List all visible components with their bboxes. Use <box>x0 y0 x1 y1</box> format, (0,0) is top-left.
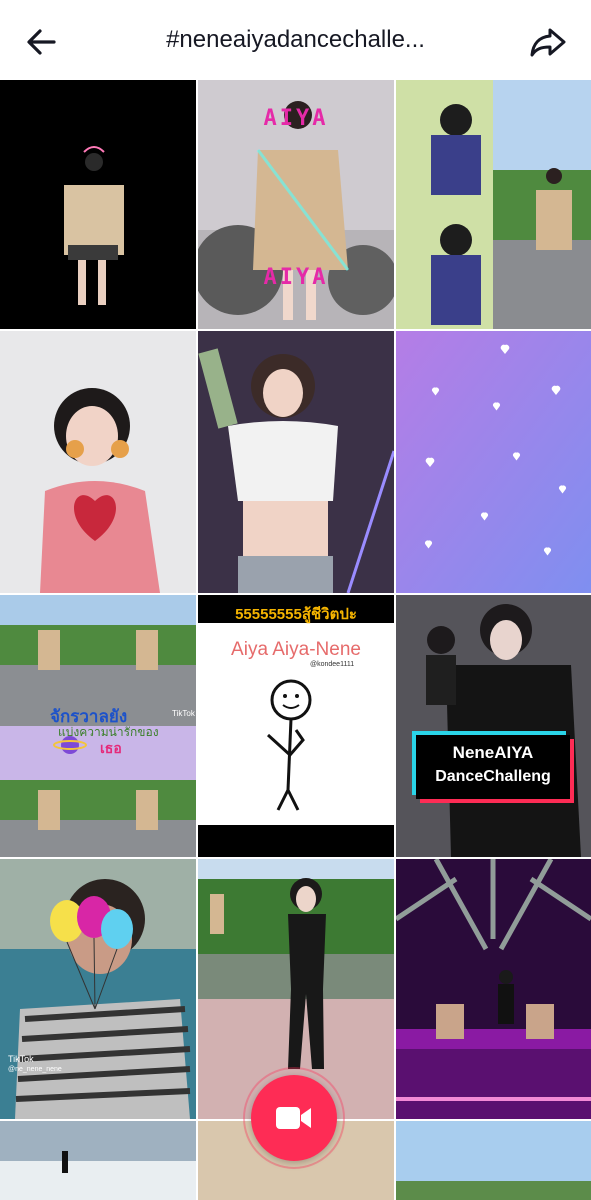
thumbnail-image <box>0 80 196 329</box>
record-button-circle <box>251 1075 337 1161</box>
video-thumbnail-12[interactable] <box>396 859 591 1119</box>
video-camera-icon <box>276 1107 311 1129</box>
share-button[interactable] <box>526 22 570 62</box>
video-thumbnail-13[interactable] <box>0 1121 196 1200</box>
thumbnail-image <box>0 859 196 1119</box>
arrow-left-icon <box>27 29 56 55</box>
thumbnail-image <box>396 595 591 857</box>
video-thumbnail-8[interactable]: 55555555สู้ชีวิตปะ Aiya Aiya-Nene @konde… <box>198 595 394 857</box>
page-title: #neneaiyadancechalle... <box>166 26 425 53</box>
video-thumbnail-4[interactable] <box>0 331 196 593</box>
thumbnail-image <box>396 331 591 593</box>
share-arrow-icon <box>530 28 566 57</box>
tiktok-watermark: TikTok <box>172 709 195 718</box>
caption-line-3: เธอ <box>100 740 122 756</box>
video-thumbnail-9[interactable]: NeneAIYA DanceChalleng <box>396 595 591 857</box>
video-thumbnail-7[interactable]: จักรวาลยัง แบ่งความน่ารักของ เธอ TikTok <box>0 595 196 857</box>
video-thumbnail-10[interactable]: TikTok @ne_nene_nene <box>0 859 196 1119</box>
back-button[interactable] <box>22 22 62 62</box>
thumbnail-image <box>396 1121 591 1200</box>
creator-handle: @ne_nene_nene <box>8 1066 62 1073</box>
video-thumbnail-15[interactable] <box>396 1121 591 1200</box>
thumbnail-image <box>198 595 394 857</box>
video-grid: AIYA AIYA จักรวาลยัง แบ่งความน่ารักของ เ… <box>0 80 591 1200</box>
caption-top: 55555555สู้ชีวิตปะ <box>235 606 357 623</box>
thumbnail-image <box>0 331 196 593</box>
thumbnail-image <box>0 1121 196 1200</box>
label-line-2: DanceChalleng <box>435 768 551 785</box>
thumbnail-image <box>396 80 591 329</box>
video-thumbnail-3[interactable] <box>396 80 591 329</box>
video-thumbnail-1[interactable] <box>0 80 196 329</box>
video-thumbnail-5[interactable] <box>198 331 394 593</box>
tiktok-label: NeneAIYA DanceChalleng <box>416 735 570 799</box>
video-thumbnail-2[interactable]: AIYA AIYA <box>198 80 394 329</box>
video-thumbnail-6[interactable] <box>396 331 591 593</box>
creator-handle: @kondee1111 <box>310 661 355 668</box>
thumbnail-image <box>396 859 591 1119</box>
thumbnail-image <box>198 331 394 593</box>
tiktok-watermark: TikTok <box>8 1054 34 1064</box>
record-video-button[interactable] <box>243 1067 345 1169</box>
top-bar: #neneaiyadancechalle... <box>0 0 591 80</box>
thumbnail-overlay-text: AIYA <box>263 106 329 131</box>
label-line-1: NeneAIYA <box>452 743 534 762</box>
thumbnail-title: Aiya Aiya-Nene <box>231 639 361 660</box>
thumbnail-overlay-text: AIYA <box>263 265 329 290</box>
